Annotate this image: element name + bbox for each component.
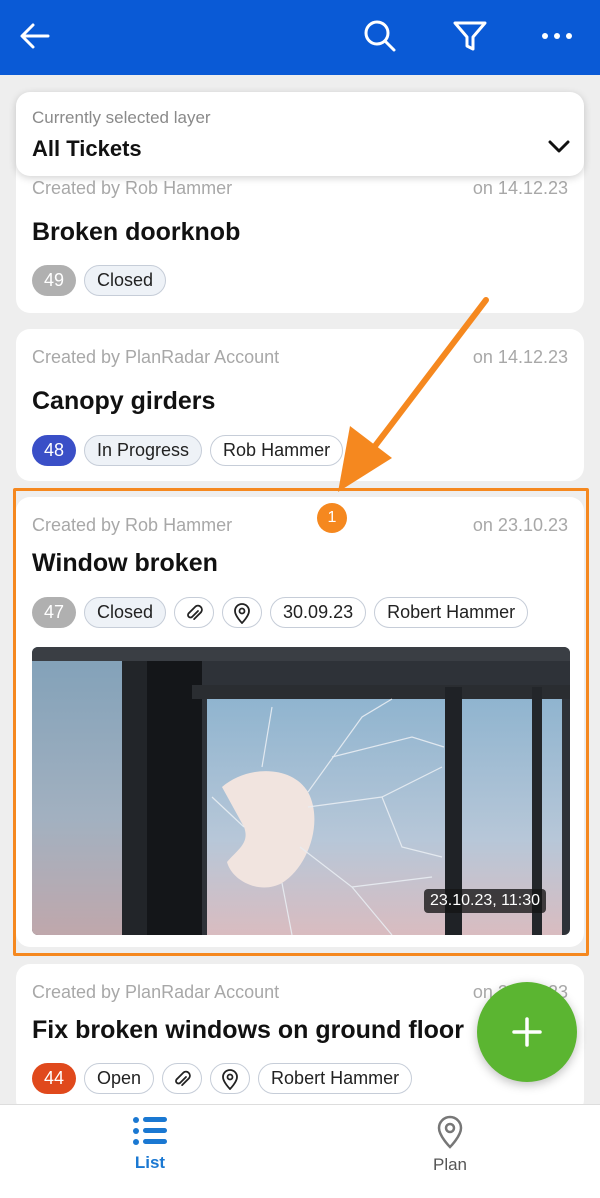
- ticket-date: on 14.12.23: [472, 347, 568, 367]
- ticket-title: Broken doorknob: [32, 218, 241, 246]
- add-ticket-button[interactable]: [477, 982, 577, 1082]
- list-icon: [133, 1117, 167, 1145]
- ticket-card[interactable]: Created by PlanRadar Account on 14.12.23…: [16, 329, 584, 481]
- back-button[interactable]: [13, 14, 57, 58]
- map-pin-icon: [437, 1115, 463, 1149]
- ticket-title: Fix broken windows on ground floor: [32, 1016, 464, 1044]
- paperclip-icon: [175, 1070, 191, 1086]
- bottom-navigation: List Plan: [0, 1104, 600, 1198]
- assignee-chip: Robert Hammer: [258, 1063, 413, 1094]
- highlight-box: [13, 488, 589, 956]
- chevron-down-icon: [548, 140, 570, 153]
- nav-item-list-label: List: [134, 1153, 166, 1172]
- status-badge: Open: [84, 1063, 155, 1094]
- ticket-creator: Created by Rob Hammer: [32, 178, 233, 198]
- status-badge: In Progress: [84, 435, 203, 466]
- top-app-bar: [0, 0, 600, 75]
- ticket-number-badge: 48: [32, 435, 76, 466]
- annotation-marker: 1: [317, 503, 347, 533]
- map-pin-icon: [222, 1068, 238, 1090]
- layer-selector-label: Currently selected layer: [32, 108, 211, 127]
- filter-icon: [453, 21, 487, 51]
- ticket-title: Canopy girders: [32, 387, 216, 415]
- ticket-number-badge: 49: [32, 265, 76, 296]
- attachment-chip: [162, 1063, 203, 1094]
- arrow-left-icon: [20, 23, 50, 49]
- more-button[interactable]: [535, 14, 579, 58]
- location-chip: [210, 1063, 251, 1094]
- layer-selector[interactable]: Currently selected layer All Tickets: [16, 92, 584, 176]
- search-icon: [364, 20, 396, 52]
- more-horizontal-icon: [542, 33, 572, 39]
- search-button[interactable]: [358, 14, 402, 58]
- nav-item-list[interactable]: List: [90, 1115, 210, 1191]
- nav-item-plan[interactable]: Plan: [390, 1115, 510, 1191]
- ticket-date: on 14.12.23: [472, 178, 568, 198]
- nav-item-plan-label: Plan: [432, 1155, 468, 1174]
- ticket-creator: Created by PlanRadar Account: [32, 982, 280, 1002]
- ticket-number-badge: 44: [32, 1063, 76, 1094]
- assignee-chip: Rob Hammer: [210, 435, 344, 466]
- layer-selector-value: All Tickets: [32, 136, 142, 161]
- plus-icon: [512, 1017, 542, 1047]
- filter-button[interactable]: [448, 14, 492, 58]
- status-badge: Closed: [84, 265, 167, 296]
- ticket-creator: Created by PlanRadar Account: [32, 347, 280, 367]
